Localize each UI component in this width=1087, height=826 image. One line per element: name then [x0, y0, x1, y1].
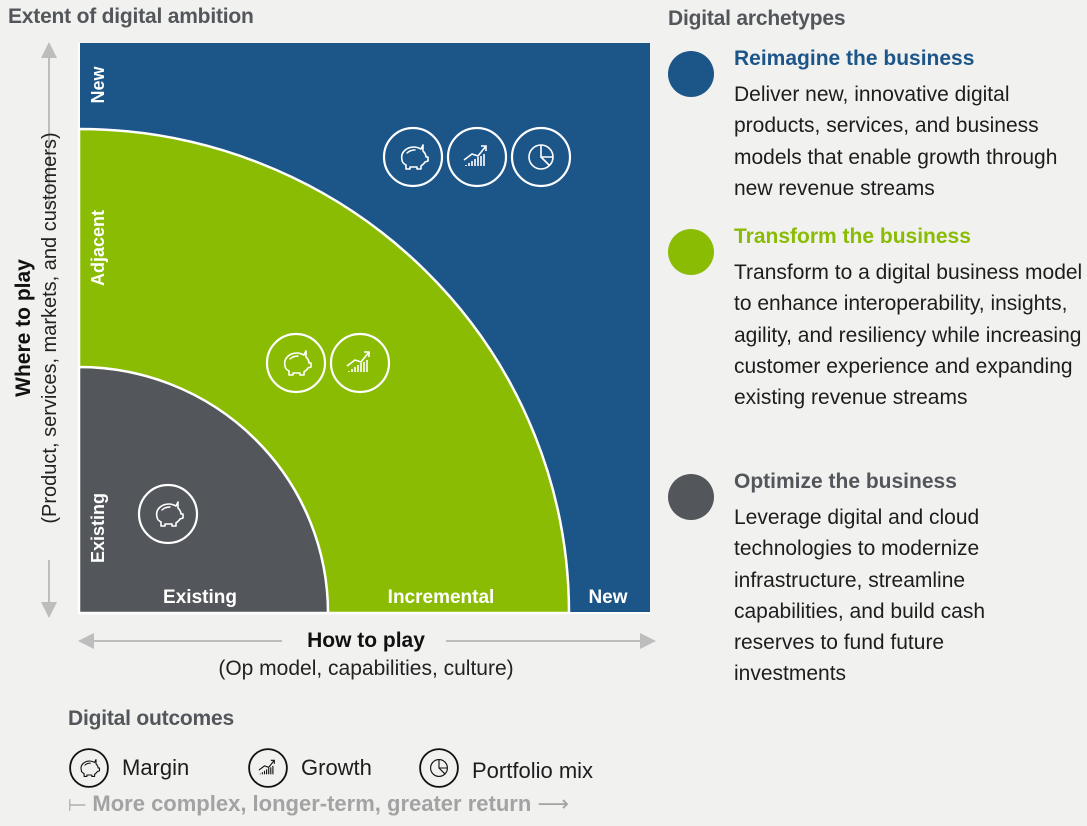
outcome-label: Growth — [301, 755, 372, 780]
archetype-title: Optimize the business — [734, 470, 957, 493]
optimize-color-dot — [668, 474, 714, 520]
x-level-new: New — [588, 587, 627, 608]
archetype-description: Deliver new, innovative digital products… — [734, 83, 1058, 200]
outcome-label: Margin — [122, 755, 190, 780]
archetype-title: Reimagine the business — [734, 47, 975, 70]
outcome-growth: Growth — [247, 746, 372, 790]
growth-chart-icon — [248, 748, 288, 788]
outcome-portfolio-mix: Portfolio mix — [418, 746, 593, 790]
y-level-existing: Existing — [88, 493, 108, 563]
piggy-bank-icon — [69, 748, 109, 788]
y-axis-title: Where to play — [12, 259, 35, 397]
scale-note: More complex, longer-term, greater retur… — [92, 791, 532, 816]
complexity-scale: ⟝ More complex, longer-term, greater ret… — [68, 791, 569, 817]
x-level-existing: Existing — [163, 587, 237, 608]
archetype-title: Transform the business — [734, 225, 971, 248]
outcome-margin: Margin — [68, 746, 189, 790]
transform-color-dot — [668, 229, 714, 275]
ambition-diagram: Where to play (Product, services, market… — [12, 42, 656, 649]
archetype-description: Transform to a digital business model to… — [734, 261, 1083, 410]
archetype-description: Leverage digital and cloud technologies … — [734, 506, 985, 686]
x-axis-subtitle: (Op model, capabilities, culture) — [218, 657, 514, 680]
archetypes-title: Digital archetypes — [668, 7, 846, 30]
scale-right-arrow: ⟶ — [537, 791, 569, 816]
y-level-adjacent: Adjacent — [88, 210, 108, 286]
x-level-incremental: Incremental — [388, 587, 495, 608]
outcome-label: Portfolio mix — [472, 758, 594, 783]
x-axis-title: How to play — [307, 629, 425, 652]
y-level-new: New — [88, 65, 108, 103]
pie-chart-icon — [419, 748, 459, 788]
reimagine-color-dot — [668, 51, 714, 97]
scale-left-bar: ⟝ — [68, 791, 87, 816]
y-axis-subtitle: (Product, services, markets, and custome… — [39, 132, 61, 523]
outcomes-title: Digital outcomes — [68, 707, 234, 730]
